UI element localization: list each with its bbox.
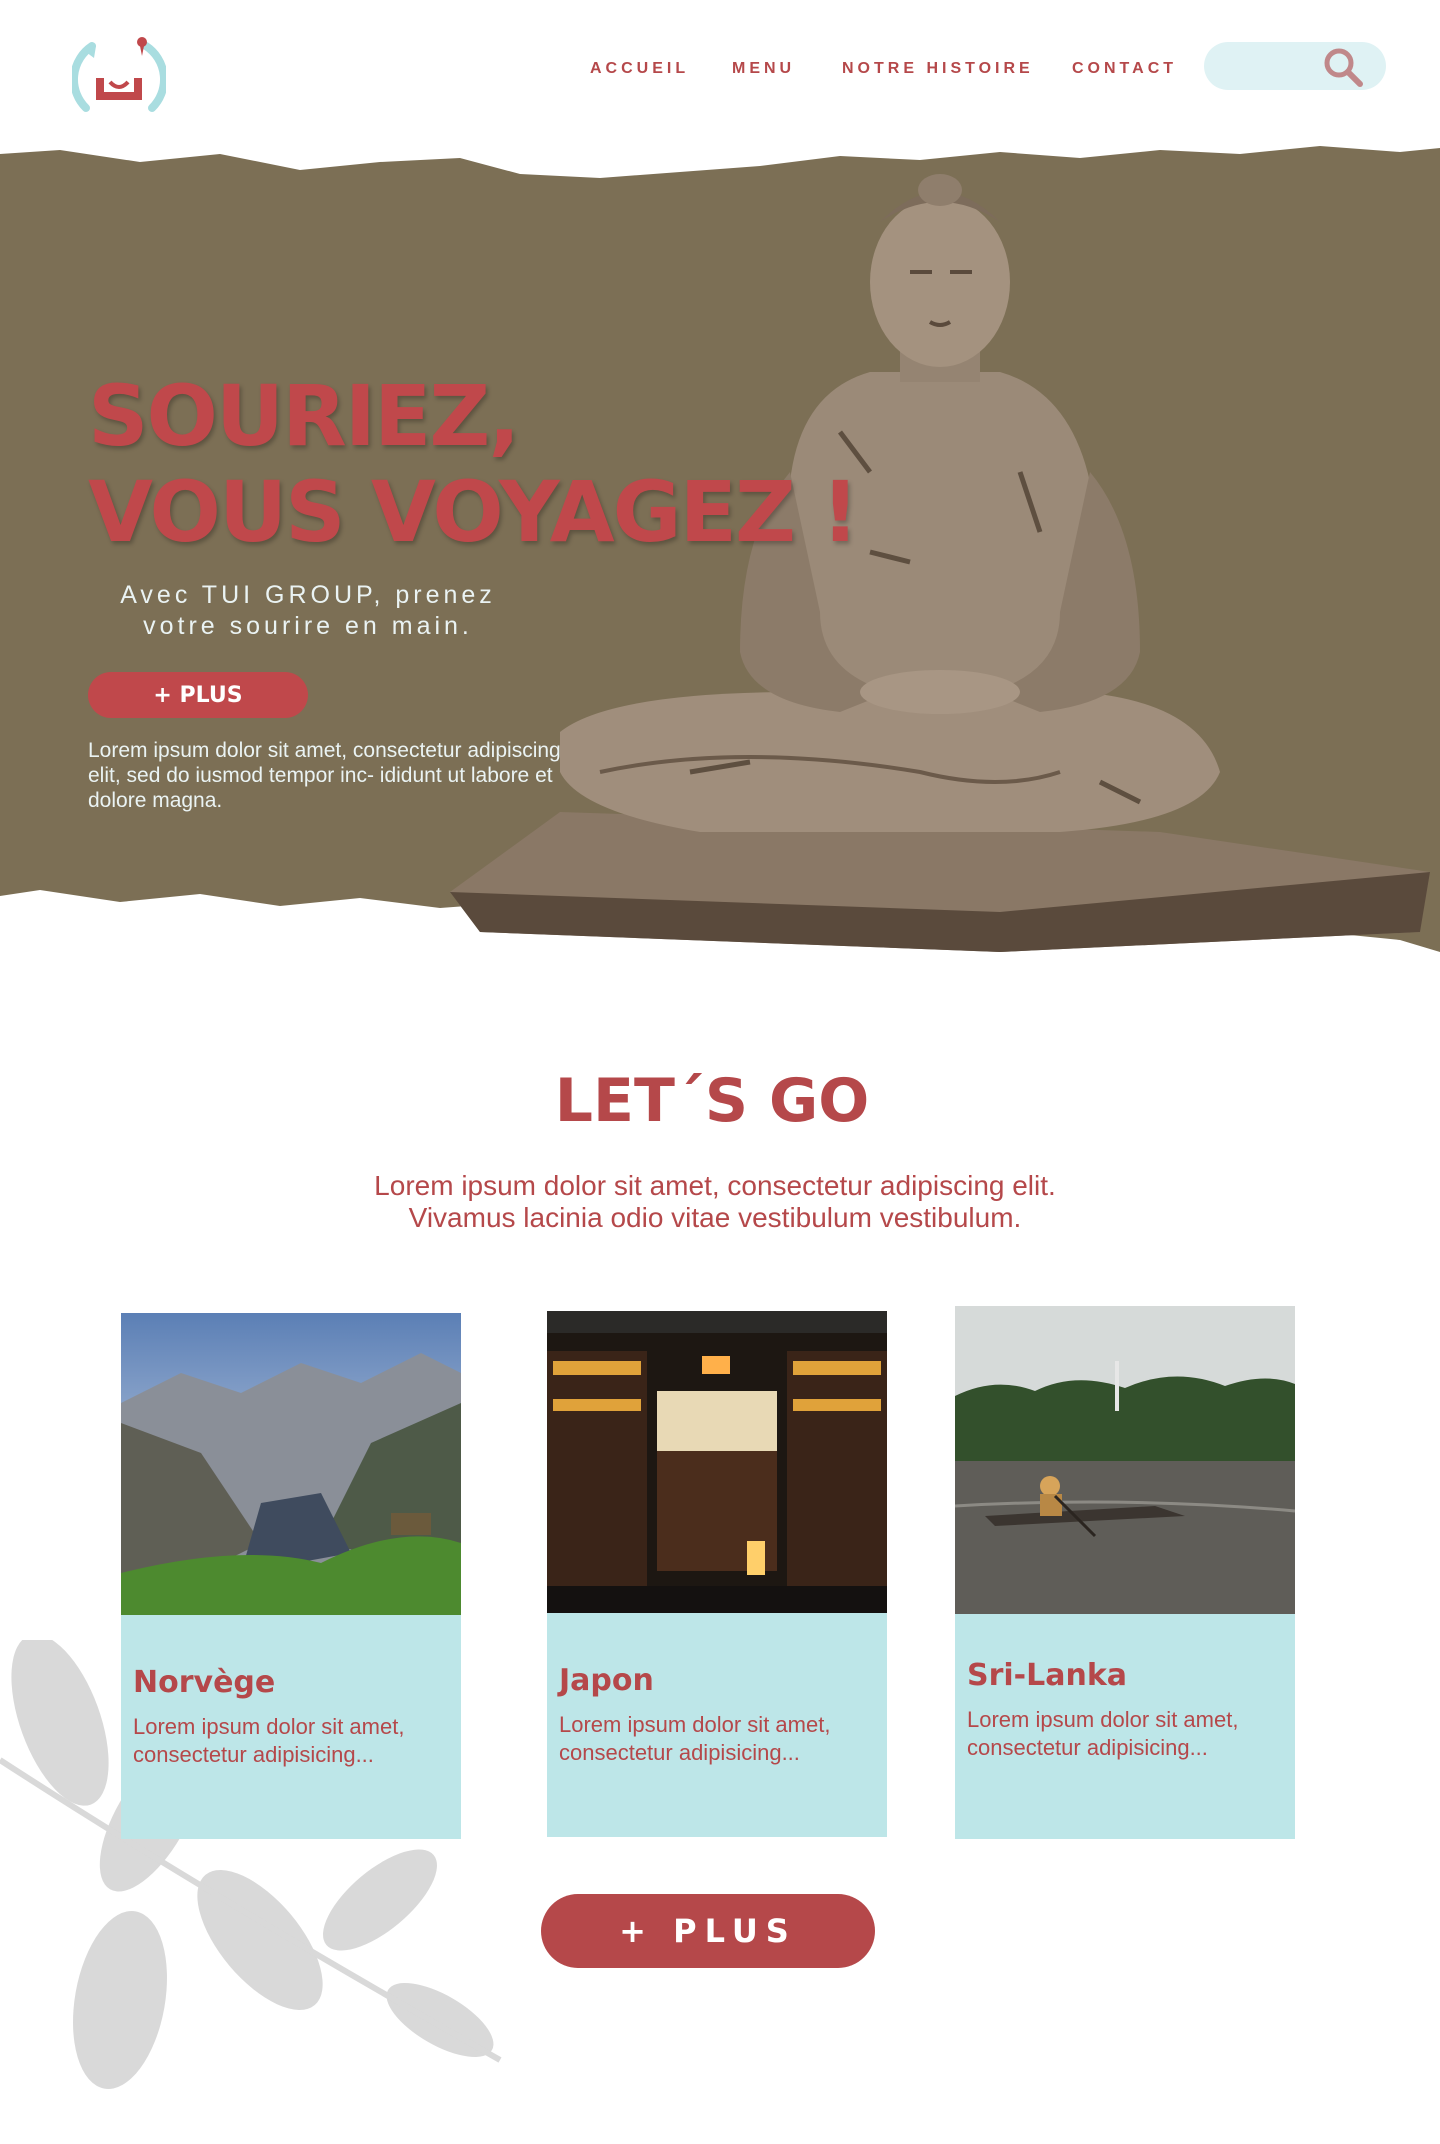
section-title: LET´S GO xyxy=(554,1066,870,1136)
buddha-statue-image xyxy=(450,174,1430,952)
nav-accueil[interactable]: ACCUEIL xyxy=(590,60,689,78)
norway-fjord-photo xyxy=(121,1313,461,1615)
card-description: Lorem ipsum dolor sit amet, consectetur … xyxy=(133,1714,405,1767)
card-description: Lorem ipsum dolor sit amet, consectetur … xyxy=(967,1707,1239,1760)
nav-menu[interactable]: MENU xyxy=(732,60,795,78)
hero-headline-line1: SOURIEZ, xyxy=(88,367,520,465)
section-intro: Lorem ipsum dolor sit amet, consectetur … xyxy=(0,1170,1430,1234)
card-title: Japon xyxy=(559,1663,654,1698)
card-description: Lorem ipsum dolor sit amet, consectetur … xyxy=(559,1712,831,1765)
more-destinations-button[interactable]: + PLUS xyxy=(541,1894,875,1968)
nav-contact[interactable]: CONTACT xyxy=(1072,60,1177,78)
nav-notre-histoire[interactable]: NOTRE HISTOIRE xyxy=(842,60,1034,78)
hero-headline-line2: VOUS VOYAGEZ ! xyxy=(88,463,859,561)
hero-headline: SOURIEZ, VOUS VOYAGEZ ! xyxy=(88,367,859,561)
japan-house-photo xyxy=(547,1311,887,1613)
hero-subtitle: Avec TUI GROUP, prenez votre sourire en … xyxy=(88,580,528,642)
search-input[interactable] xyxy=(1204,42,1386,90)
card-title: Sri-Lanka xyxy=(967,1658,1128,1693)
card-title: Norvège xyxy=(133,1665,276,1700)
section-intro-line2: Vivamus lacinia odio vitae vestibulum ve… xyxy=(408,1202,1022,1233)
destination-card-norvege[interactable]: Norvège Lorem ipsum dolor sit amet, cons… xyxy=(121,1313,461,1839)
hero-subtitle-line2: votre sourire en main. xyxy=(143,612,473,640)
hero-banner: SOURIEZ, VOUS VOYAGEZ ! Avec TUI GROUP, … xyxy=(0,132,1440,952)
destination-card-japon[interactable]: Japon Lorem ipsum dolor sit amet, consec… xyxy=(547,1311,887,1837)
destination-card-sri-lanka[interactable]: Sri-Lanka Lorem ipsum dolor sit amet, co… xyxy=(955,1306,1295,1839)
hero-plus-button[interactable]: + PLUS xyxy=(88,672,308,718)
sri-lanka-lake-photo xyxy=(955,1306,1295,1614)
hero-subtitle-line1: Avec TUI GROUP, prenez xyxy=(120,581,496,609)
hero-description: Lorem ipsum dolor sit amet, consectetur … xyxy=(88,739,561,812)
search-icon[interactable] xyxy=(1322,46,1364,88)
section-intro-line1: Lorem ipsum dolor sit amet, consectetur … xyxy=(374,1170,1056,1201)
